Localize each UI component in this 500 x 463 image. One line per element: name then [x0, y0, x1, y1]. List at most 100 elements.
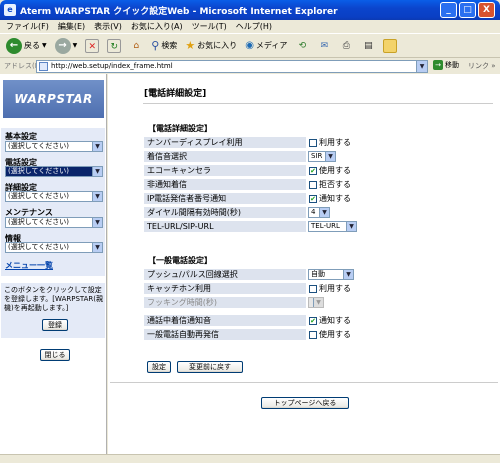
row-label: IP電話発信者番号通知 [147, 194, 227, 203]
search-button[interactable]: ⚲ 検索 [151, 39, 177, 52]
top-page-button[interactable]: トップページへ戻る [261, 397, 349, 409]
folder-icon[interactable] [383, 38, 398, 53]
checkbox-empty-icon [309, 180, 317, 189]
checkbox-empty-icon [309, 138, 317, 147]
checkmark-icon: ✔ [309, 316, 317, 325]
checkbox-label: 使用する [319, 166, 351, 175]
forward-button[interactable]: → ▼ [54, 37, 77, 54]
row-label: キャッチホン利用 [147, 284, 211, 293]
address-bar: アドレス(D) http://web.setup/index_frame.htm… [0, 58, 500, 74]
address-input[interactable]: http://web.setup/index_frame.html ▼ [36, 60, 428, 73]
menu-file[interactable]: ファイル(F) [6, 21, 49, 32]
ringtone-select[interactable]: SIR ▼ [308, 151, 336, 162]
minimize-button[interactable]: _ [440, 2, 457, 18]
checkbox-label: 利用する [319, 284, 351, 293]
back-button[interactable]: ← 戻る ▼ [6, 37, 47, 54]
media-button[interactable]: ◉ メディア [245, 40, 287, 51]
browser-toolbar: ← 戻る ▼ → ▼ ✕ ↻ ⌂ ⚲ 検索 ★ お気に入り ◉ メディア ⟲ ✉… [0, 34, 500, 58]
checkbox-empty-icon [309, 330, 317, 339]
chevron-down-icon: ▼ [325, 152, 335, 161]
stop-icon[interactable]: ✕ [85, 38, 100, 53]
anonymous-call-checkbox[interactable]: 拒否する [309, 180, 351, 190]
mail-icon[interactable]: ✉ [317, 39, 331, 53]
forward-arrow-icon: → [54, 37, 71, 54]
home-icon[interactable]: ⌂ [129, 39, 143, 53]
row-label: ナンバーディスプレイ利用 [147, 138, 243, 147]
go-label: 移動 [445, 61, 459, 69]
search-icon: ⚲ [151, 39, 160, 52]
warpstar-logo: WARPSTAR [3, 80, 104, 118]
row-label: ダイヤル間隔有効時間(秒) [147, 208, 242, 217]
close-button[interactable]: X [478, 2, 495, 18]
chevron-down-icon: ▼ [343, 270, 353, 279]
maintenance-select[interactable]: (選択してください) ▼ [5, 217, 103, 228]
chevron-down-icon: ▼ [92, 142, 102, 151]
go-button[interactable]: → 移動 [433, 60, 459, 70]
phone-settings-value: (選択してください) [8, 167, 70, 175]
search-label: 検索 [161, 41, 178, 50]
menu-help[interactable]: ヘルプ(H) [236, 21, 272, 32]
print-icon[interactable]: ⎙ [339, 39, 353, 53]
checkbox-label: 拒否する [319, 180, 351, 189]
advanced-settings-select[interactable]: (選択してください) ▼ [5, 191, 103, 202]
favorites-button[interactable]: ★ お気に入り [185, 39, 237, 52]
auto-redial-checkbox[interactable]: 使用する [309, 330, 351, 340]
status-bar [0, 454, 500, 463]
row-label: 一般電話自動再発信 [147, 330, 219, 339]
push-pulse-value: 自動 [311, 270, 325, 278]
section-general-phone: 【一般電話設定】 [148, 256, 212, 265]
checkmark-icon: ✔ [309, 194, 317, 203]
phone-settings-select[interactable]: (選択してください) ▼ [5, 166, 103, 177]
chevron-down-icon: ▼ [92, 243, 102, 252]
chevron-down-icon: ▼ [319, 208, 329, 217]
register-note: このボタンをクリックして設定を登録します。[WARPSTAR(親機)を再起動しま… [4, 286, 104, 312]
hooking-time-select[interactable]: ▼ [308, 297, 324, 308]
checkbox-empty-icon [309, 284, 317, 293]
window-title: Aterm WARPSTAR クイック設定Web - Microsoft Int… [20, 6, 338, 17]
chevron-down-icon: ▼ [92, 167, 102, 176]
number-display-checkbox[interactable]: 利用する [309, 138, 351, 148]
menu-favorites[interactable]: お気に入り(A) [131, 21, 183, 32]
chevron-down-icon: ▼ [313, 298, 323, 307]
dial-interval-select[interactable]: 4 ▼ [308, 207, 330, 218]
title-divider [143, 103, 493, 104]
star-icon: ★ [185, 39, 196, 52]
echo-canceller-checkbox[interactable]: ✔ 使用する [309, 166, 351, 176]
busy-notify-checkbox[interactable]: ✔ 通知する [309, 316, 351, 326]
set-button[interactable]: 設定 [147, 361, 171, 373]
register-button[interactable]: 登録 [42, 319, 68, 331]
push-pulse-select[interactable]: 自動 ▼ [308, 269, 354, 280]
window-titlebar: e Aterm WARPSTAR クイック設定Web - Microsoft I… [0, 0, 500, 20]
basic-settings-value: (選択してください) [8, 142, 70, 150]
basic-settings-select[interactable]: (選択してください) ▼ [5, 141, 103, 152]
tel-sip-url-value: TEL-URL [311, 222, 340, 230]
menu-tools[interactable]: ツール(T) [192, 21, 227, 32]
address-url: http://web.setup/index_frame.html [51, 62, 173, 70]
revert-button[interactable]: 変更前に戻す [177, 361, 243, 373]
ie-app-icon: e [4, 4, 16, 16]
menu-view[interactable]: 表示(V) [94, 21, 122, 32]
checkbox-label: 通知する [319, 316, 351, 325]
menu-edit[interactable]: 編集(E) [58, 21, 85, 32]
tel-sip-url-select[interactable]: TEL-URL ▼ [308, 221, 357, 232]
chevron-down-icon[interactable]: ▼ [416, 61, 427, 72]
history-icon[interactable]: ⟲ [295, 39, 309, 53]
chevron-down-icon: ▼ [92, 218, 102, 227]
info-select[interactable]: (選択してください) ▼ [5, 242, 103, 253]
favorites-label: お気に入り [197, 41, 238, 50]
refresh-icon[interactable]: ↻ [107, 38, 122, 53]
media-label: メディア [255, 41, 288, 50]
section-phone-detail: 【電話詳細設定】 [148, 124, 212, 133]
links-label[interactable]: リンク » [468, 61, 496, 71]
checkmark-icon: ✔ [309, 166, 317, 175]
edit-icon[interactable]: ▤ [361, 39, 375, 53]
call-waiting-checkbox[interactable]: 利用する [309, 284, 351, 294]
caller-id-notify-checkbox[interactable]: ✔ 通知する [309, 194, 351, 204]
checkbox-label: 通知する [319, 194, 351, 203]
row-label: フッキング時間(秒) [147, 298, 218, 307]
sidebar-close-button[interactable]: 閉じる [40, 349, 70, 361]
menu-list-link[interactable]: メニュー一覧 [5, 260, 53, 271]
info-value: (選択してください) [8, 243, 70, 251]
row-label: エコーキャンセラ [147, 166, 211, 175]
maximize-button[interactable]: □ [459, 2, 476, 18]
